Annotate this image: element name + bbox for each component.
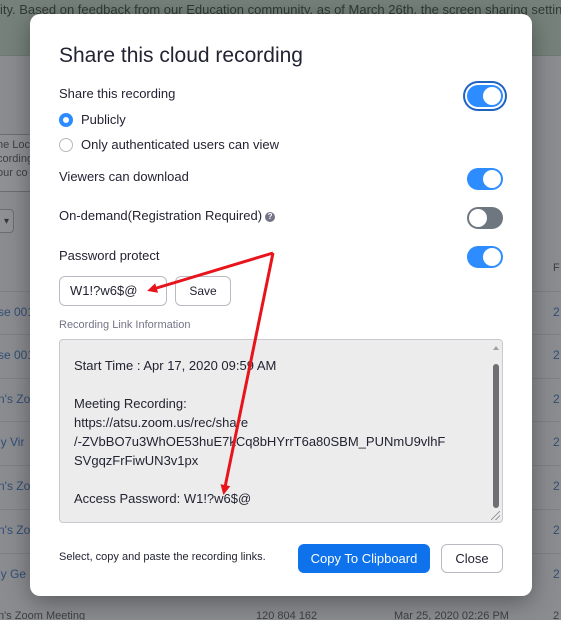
recording-link-info-label: Recording Link Information [59,319,191,331]
share-recording-toggle[interactable] [467,85,503,107]
password-input[interactable]: W1!?w6$@ [59,276,167,306]
on-demand-label-text: On-demand(Registration Required) [59,208,263,223]
on-demand-toggle[interactable] [467,207,503,229]
save-password-button[interactable]: Save [175,276,231,306]
dialog-title: Share this cloud recording [59,44,303,67]
password-protect-toggle[interactable] [467,246,503,268]
password-protect-label: Password protect [59,248,160,263]
visibility-option-label: Only authenticated users can view [81,137,279,152]
textarea-scrollbar[interactable] [493,364,499,508]
recording-link-info-textarea[interactable]: Start Time : Apr 17, 2020 09:59 AM Meeti… [59,339,503,523]
question-mark-icon[interactable]: ? [265,211,276,222]
resize-grip-icon[interactable] [491,511,500,520]
visibility-option-publicly[interactable]: Publicly [59,112,126,127]
visibility-option-label: Publicly [81,112,126,127]
copy-hint-text: Select, copy and paste the recording lin… [59,551,266,563]
scroll-up-arrow-icon[interactable] [493,346,499,350]
radio-unchecked-icon[interactable] [59,137,73,152]
viewers-download-label: Viewers can download [59,169,189,184]
on-demand-label: On-demand(Registration Required)? [59,208,276,223]
share-recording-label: Share this recording [59,86,176,101]
visibility-option-authenticated[interactable]: Only authenticated users can view [59,137,279,152]
copy-to-clipboard-button[interactable]: Copy To Clipboard [298,544,430,573]
viewers-download-toggle[interactable] [467,168,503,190]
radio-checked-icon[interactable] [59,112,73,127]
recording-link-info-text[interactable]: Start Time : Apr 17, 2020 09:59 AM Meeti… [74,356,474,508]
close-button[interactable]: Close [441,544,503,573]
share-recording-dialog: Share this cloud recording Share this re… [30,14,532,596]
